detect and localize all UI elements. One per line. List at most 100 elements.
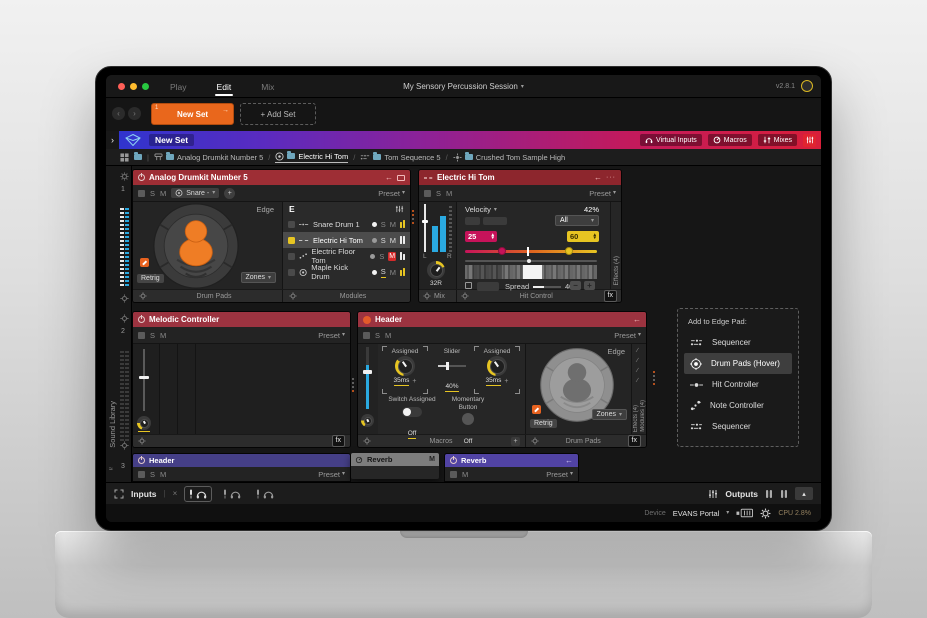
solo-button[interactable]: S [379, 252, 384, 261]
macro-knob-1[interactable]: Assigned 35ms + [382, 346, 428, 394]
zones-select[interactable]: Zones▾ [241, 272, 276, 283]
range-high-handle[interactable] [565, 247, 573, 255]
retrig-icon[interactable] [532, 405, 541, 414]
move-icon[interactable]: + [504, 378, 508, 385]
more-menu-icon[interactable]: ··· [606, 174, 616, 181]
macro-value[interactable]: 35ms [486, 377, 502, 386]
toggle[interactable] [402, 407, 422, 417]
retrig-disabled-button[interactable] [477, 282, 499, 291]
tab-edit[interactable]: Edit [215, 78, 234, 96]
input-pair-3[interactable] [252, 487, 278, 501]
active-dot[interactable] [370, 254, 375, 259]
minus-button[interactable]: − [570, 281, 581, 290]
preset-select[interactable]: Preset▾ [318, 470, 345, 479]
device-icon[interactable] [736, 508, 753, 518]
power-icon[interactable] [138, 174, 145, 181]
module-mini-icon[interactable]: ∕ [637, 368, 638, 374]
module-mini-icon[interactable]: ∕ [637, 348, 638, 354]
stop-button[interactable] [450, 471, 457, 478]
drag-handle-dots[interactable] [412, 210, 414, 224]
effects-tab[interactable]: Effects (4) [610, 202, 621, 289]
range-low-handle[interactable] [498, 247, 506, 255]
unlink-icon[interactable]: × [173, 489, 178, 498]
set-tab-new-set[interactable]: 1 New Set → [151, 103, 234, 125]
plus-button[interactable]: + [584, 281, 595, 290]
add-item-sequencer-2[interactable]: Sequencer [684, 416, 792, 437]
active-dot[interactable] [372, 238, 377, 243]
volume-fader-track[interactable] [424, 204, 426, 252]
mute-button[interactable]: M [385, 331, 391, 340]
module-mini-icon[interactable]: ∕ [637, 358, 638, 364]
fine-slider[interactable] [465, 260, 597, 262]
move-icon[interactable]: + [412, 378, 416, 385]
momentary-button[interactable] [462, 413, 474, 425]
module-mini-icon[interactable]: ∕ [637, 378, 638, 384]
preset-select[interactable]: Preset▾ [546, 470, 573, 479]
retrig-button[interactable]: Retrig [530, 419, 557, 428]
drag-handle-dots[interactable] [352, 378, 354, 392]
mute-button[interactable]: M [160, 331, 166, 340]
mixer-panel-button[interactable] [803, 134, 816, 147]
module-checkbox[interactable] [288, 253, 295, 260]
zone-selection[interactable] [523, 265, 541, 279]
channel-select[interactable]: Snare -▾ [171, 188, 219, 198]
preset-select[interactable]: Preset▾ [318, 331, 345, 340]
fader-handle[interactable] [139, 376, 149, 379]
drum-pad-graphic[interactable] [153, 203, 239, 289]
active-dot[interactable] [372, 222, 377, 227]
add-item-hit-controller[interactable]: Hit Controller [684, 374, 792, 395]
velocity-option-button[interactable] [465, 217, 480, 225]
input-pair-2[interactable] [219, 487, 245, 501]
module-row-electric-floor-tom[interactable]: Electric Floor Tom S M [283, 248, 410, 264]
fx-button[interactable]: fx [628, 435, 641, 447]
fader-track[interactable] [143, 349, 145, 411]
macro-knob-2[interactable]: Assigned 35ms + [474, 346, 520, 394]
session-title[interactable]: My Sensory Percussion Session▾ [403, 82, 524, 91]
input-pair-1[interactable] [184, 486, 212, 502]
back-arrow-icon[interactable]: ← [385, 173, 393, 182]
power-icon[interactable] [138, 316, 145, 323]
gear-icon[interactable] [289, 292, 297, 300]
device-name[interactable]: EVANS Portal [673, 509, 720, 518]
solo-button[interactable]: S [150, 331, 155, 340]
macro-slider[interactable]: Slider 40% [434, 346, 470, 394]
module-row-maple-kick-drum[interactable]: Maple Kick Drum S M [283, 264, 410, 280]
mute-button[interactable]: M [390, 268, 396, 277]
add-item-note-controller[interactable]: Note Controller [684, 395, 792, 416]
mute-button[interactable]: M [390, 236, 396, 245]
power-icon[interactable] [138, 457, 145, 464]
macro-momentary[interactable]: Momentary Button Off [442, 396, 494, 448]
zones-select[interactable]: Zones▾ [592, 409, 627, 420]
breadcrumb-item-tom-sequence[interactable]: Tom Sequence 5 [360, 153, 440, 162]
stop-button[interactable] [138, 190, 145, 197]
breadcrumb-item-electric-hi-tom[interactable]: Electric Hi Tom [275, 152, 348, 163]
back-arrow-icon[interactable]: ← [633, 315, 641, 324]
preset-select[interactable]: Preset▾ [614, 331, 641, 340]
inputs-label[interactable]: Inputs [131, 489, 157, 499]
solo-button[interactable]: S [375, 331, 380, 340]
fine-slider-handle[interactable] [527, 259, 531, 263]
gear-icon[interactable] [120, 441, 129, 450]
solo-button[interactable]: S [150, 189, 155, 198]
loop-checkbox[interactable] [465, 282, 472, 289]
macro-value[interactable]: 40% [445, 383, 458, 392]
collapse-panel-button[interactable]: ▴ [795, 487, 813, 500]
retrig-icon[interactable] [140, 258, 149, 267]
sound-library-tab[interactable]: Sound Library [108, 401, 117, 448]
macro-switch[interactable]: Switch Assigned Off [386, 396, 438, 440]
slider-handle[interactable] [446, 362, 449, 370]
account-avatar[interactable] [801, 80, 813, 92]
breadcrumb-item-drumkit[interactable]: Analog Drumkit Number 5 [154, 153, 263, 162]
power-icon[interactable] [450, 457, 457, 464]
velocity-range-slider[interactable] [465, 250, 597, 253]
solo-button-active[interactable]: S [381, 267, 386, 278]
add-item-sequencer[interactable]: Sequencer [684, 332, 792, 353]
gear-icon[interactable] [139, 292, 147, 300]
pan-knob[interactable] [361, 414, 374, 427]
module-row-snare-drum[interactable]: Snare Drum 1 S M [283, 216, 410, 232]
filter-icon[interactable] [395, 205, 404, 213]
module-checkbox[interactable] [288, 269, 295, 276]
gear-icon[interactable] [138, 437, 146, 445]
virtual-inputs-button[interactable]: Virtual Inputs [640, 134, 702, 146]
mute-button[interactable]: M [446, 189, 452, 198]
